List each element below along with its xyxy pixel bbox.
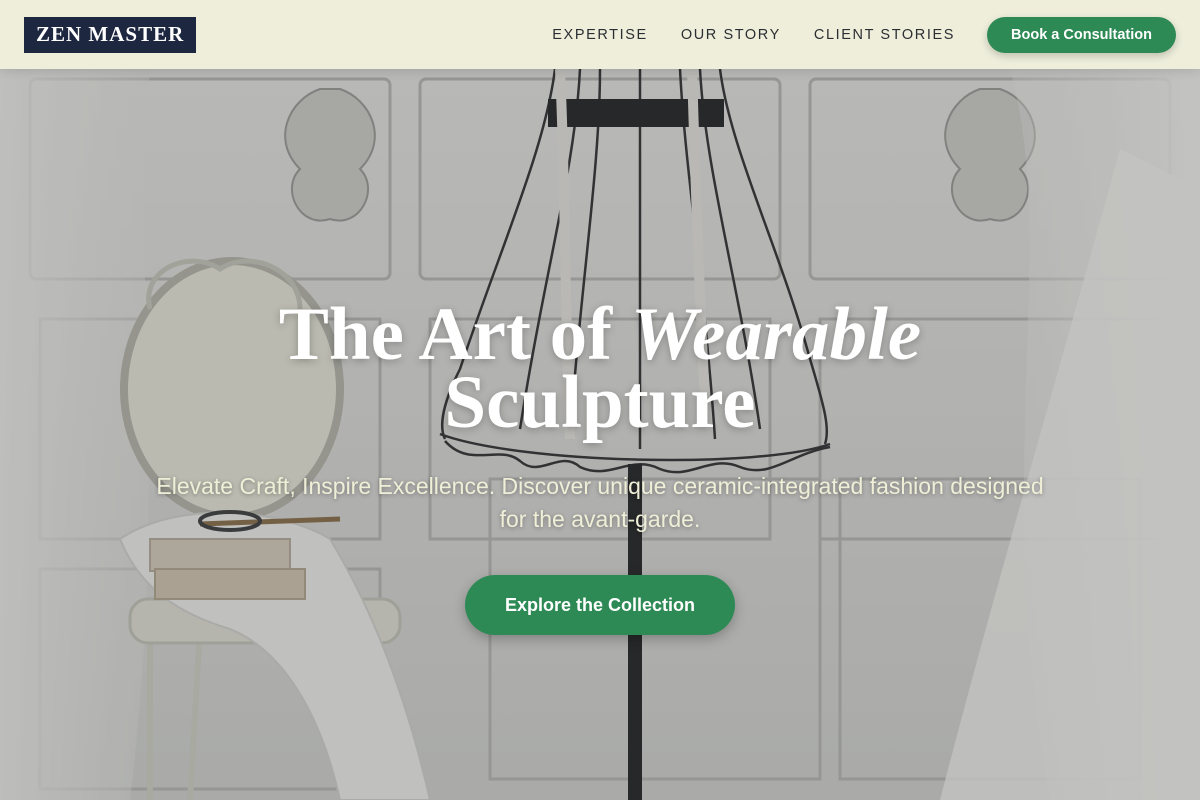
nav-link-expertise[interactable]: EXPERTISE [552, 27, 648, 43]
hero-section: The Art of Wearable Sculpture Elevate Cr… [0, 69, 1200, 800]
nav-link-client-stories[interactable]: CLIENT STORIES [814, 27, 955, 43]
explore-collection-button[interactable]: Explore the Collection [465, 575, 735, 635]
hero-headline: The Art of Wearable Sculpture [0, 297, 1200, 440]
nav-link-our-story[interactable]: OUR STORY [681, 27, 781, 43]
brand-logo[interactable]: ZEN MASTER [24, 16, 197, 53]
headline-line-two: Sculpture [444, 361, 756, 444]
site-header: ZEN MASTER EXPERTISE OUR STORY CLIENT ST… [0, 0, 1200, 69]
hero-subtitle: Elevate Craft, Inspire Excellence. Disco… [156, 473, 1044, 532]
main-nav: EXPERTISE OUR STORY CLIENT STORIES Book … [552, 16, 1176, 53]
book-consultation-button[interactable]: Book a Consultation [987, 16, 1176, 53]
